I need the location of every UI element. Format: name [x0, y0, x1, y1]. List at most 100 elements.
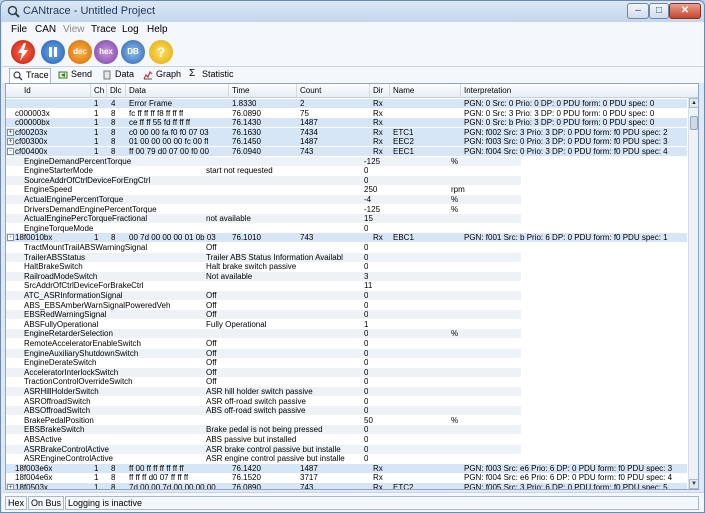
message-row[interactable]: 18f004e6x 1 8 ff ff ff d0 07 ff ff ff 76.152…: [6, 473, 687, 483]
tab-graph[interactable]: Graph: [140, 68, 182, 83]
message-row[interactable]: c000003x 1 8 fc ff ff ff f8 ff ff ff 76.0890…: [6, 108, 687, 118]
signal-row[interactable]: ATC_ASRInformationSignal Off 0: [6, 291, 521, 300]
signal-row[interactable]: ABS_EBSAmberWarnSignalPoweredVeh Off 0: [6, 300, 521, 310]
col-header-count[interactable]: Count: [300, 86, 321, 95]
col-header-interpretation[interactable]: Interpretation: [464, 86, 511, 95]
signal-row[interactable]: ASREngineControlActive ASR engine control…: [6, 454, 521, 464]
tab-data[interactable]: Data: [99, 68, 137, 83]
col-header-ch[interactable]: Ch: [94, 86, 104, 95]
message-row[interactable]: + cf00300x 1 8 01 00 00 00 00 fc 00 ff 76.145…: [6, 137, 687, 147]
dec-button[interactable]: dec: [68, 40, 92, 64]
expand-icon[interactable]: +: [7, 128, 14, 136]
help-button[interactable]: ?: [149, 40, 173, 64]
signal-value: 0: [364, 358, 369, 368]
menu-trace[interactable]: Trace: [91, 24, 116, 35]
scroll-up-arrow-icon[interactable]: ▲: [689, 98, 698, 108]
menu-help[interactable]: Help: [147, 24, 168, 35]
signal-row[interactable]: ActualEnginePercTorqueFractional not avai…: [6, 214, 521, 224]
col-header-data[interactable]: Data: [129, 86, 146, 95]
row-dlc: 8: [111, 233, 116, 243]
row-time: 76.1010: [232, 233, 261, 243]
col-header-name[interactable]: Name: [393, 86, 414, 95]
signal-row[interactable]: RailroadModeSwitch Not available 3: [6, 271, 521, 281]
message-row[interactable]: - cf00400x 1 8 ff 00 79 d0 07 00 f0 00 76.094…: [6, 147, 687, 156]
signal-row[interactable]: TractionControlOverrideSwitch Off 0: [6, 377, 521, 387]
scroll-thumb[interactable]: [690, 116, 698, 130]
signal-row[interactable]: ActualEnginePercentTorque -4%: [6, 195, 521, 204]
signal-row[interactable]: HaltBrakeSwitch Halt brake switch passive…: [6, 262, 521, 272]
signal-row[interactable]: EngineDemandPercentTorque -125%: [6, 156, 521, 166]
menu-can[interactable]: CAN: [35, 24, 56, 35]
signal-row[interactable]: EngineSpeed 250 rpm: [6, 185, 521, 195]
signal-row[interactable]: EngineDerateSwitch Off 0: [6, 358, 521, 368]
scroll-down-arrow-icon[interactable]: ▼: [689, 479, 698, 489]
row-interpretation: PGN: 0 Src: b Prio: 3 DP: 0 PDU form: 0 …: [464, 118, 655, 128]
col-header-dir[interactable]: Dir: [373, 86, 383, 95]
signal-name: EngineRetarderSelection: [24, 329, 113, 339]
signal-row[interactable]: ASROffroadSwitch ASR off-road switch pass…: [6, 396, 521, 406]
signal-value: 1: [364, 319, 369, 329]
tab-statistic[interactable]: Σ Statistic: [186, 68, 234, 83]
signal-row[interactable]: EngineAuxiliaryShutdownSwitch Off 0: [6, 348, 521, 358]
message-row[interactable]: 18f003e6x 1 8 ff 00 ff ff ff ff ff ff 76.142…: [6, 463, 687, 473]
database-button[interactable]: DB: [121, 40, 145, 64]
row-count: 3717: [300, 473, 318, 483]
maximize-button[interactable]: □: [649, 3, 669, 19]
signal-row[interactable]: ABSFullyOperational Fully Operational 1: [6, 319, 521, 329]
signal-row[interactable]: DriversDemandEnginePercentTorque -125%: [6, 204, 521, 214]
collapse-icon[interactable]: -: [7, 234, 14, 242]
signal-value: 0: [364, 444, 369, 454]
tab-send[interactable]: Send: [55, 68, 95, 83]
signal-value: 0: [364, 348, 369, 358]
collapse-icon[interactable]: -: [7, 148, 14, 155]
signal-row[interactable]: EBSRedWarningSignal Off 0: [6, 310, 521, 320]
signal-row[interactable]: BrakePedalPosition 50%: [6, 415, 521, 425]
connect-button[interactable]: [11, 40, 35, 64]
col-header-time[interactable]: Time: [232, 86, 249, 95]
menu-file[interactable]: File: [11, 24, 27, 35]
signal-row[interactable]: AcceleratorInterlockSwitch Off 0: [6, 367, 521, 377]
row-dir: Rx: [373, 483, 383, 490]
message-row[interactable]: -18f0010bx 1 8 00 7d 00 00 00 01 0b 03 76.10…: [6, 233, 687, 243]
signal-row[interactable]: SourceAddrOfCtrlDeviceForEngCtrl 0: [6, 175, 521, 185]
vertical-scrollbar[interactable]: ▲ ▼: [688, 98, 698, 489]
signal-row[interactable]: EBSBrakeSwitch Brake pedal is not being p…: [6, 425, 521, 435]
signal-value: 3: [364, 271, 369, 281]
signal-row[interactable]: EngineRetarderSelection 0%: [6, 329, 521, 339]
signal-row[interactable]: EngineTorqueMode 0: [6, 223, 521, 233]
signal-name: SourceAddrOfCtrlDeviceForEngCtrl: [24, 175, 151, 185]
row-id: 18f003e6x: [15, 463, 53, 473]
message-row[interactable]: + cf00203x 1 8 c0 00 00 fa f0 f0 07 03 76.163…: [6, 127, 687, 137]
signal-row[interactable]: EngineStarterMode start not requested 0: [6, 166, 521, 176]
signal-row[interactable]: RemoteAcceleratorEnableSwitch Off 0: [6, 339, 521, 348]
row-ch: 1: [94, 463, 99, 473]
message-row[interactable]: +18f0503x 1 8 7d 00 00 7d 00 00 00 00 76.089…: [6, 483, 687, 490]
close-button[interactable]: ✕: [669, 3, 701, 19]
message-row[interactable]: c00000bx 1 8 ce ff ff 55 fd ff ff ff 76.1430…: [6, 118, 687, 128]
expand-icon[interactable]: +: [7, 484, 14, 489]
message-row[interactable]: 1 4 Error Frame 1.8330 2 Rx PGN: 0 Src: 0 Prio…: [6, 99, 687, 108]
menu-view[interactable]: View: [63, 24, 85, 35]
signal-row[interactable]: ASRBrakeControlActive ASR brake control p…: [6, 444, 521, 454]
col-header-dlc[interactable]: Dlc: [110, 86, 122, 95]
status-logging: Logging is inactive: [65, 496, 699, 510]
signal-row[interactable]: TractMountTrailABSWarningSignal Off 0: [6, 243, 521, 252]
minimize-button[interactable]: –: [627, 3, 649, 19]
signal-row[interactable]: ABSOffroadSwitch ABS off-road switch pass…: [6, 406, 521, 416]
signal-name: ABS_EBSAmberWarnSignalPoweredVeh: [24, 300, 171, 310]
signal-row[interactable]: ASRHillHolderSwitch ASR hill holder switc…: [6, 387, 521, 396]
signal-row[interactable]: ABSActive ABS passive but installed 0: [6, 435, 521, 444]
expand-icon[interactable]: +: [7, 138, 14, 146]
tab-trace[interactable]: Trace: [9, 68, 51, 83]
menu-log[interactable]: Log: [122, 24, 139, 35]
hex-button[interactable]: hex: [94, 40, 118, 64]
pause-button[interactable]: [41, 40, 65, 64]
signal-name: ASRHillHolderSwitch: [24, 387, 99, 396]
trace-grid[interactable]: Id Ch Dlc Data Time Count Dir Name Inter…: [5, 83, 699, 490]
row-count: 743: [300, 483, 314, 490]
signal-row[interactable]: SrcAddrOfCtrlDeviceForBrakeCtrl 11: [6, 281, 521, 291]
signal-row[interactable]: TrailerABSStatus Trailer ABS Status Infor…: [6, 252, 521, 262]
status-hex: Hex: [5, 496, 27, 510]
col-header-id[interactable]: Id: [24, 86, 31, 95]
row-data: Error Frame: [129, 99, 173, 108]
